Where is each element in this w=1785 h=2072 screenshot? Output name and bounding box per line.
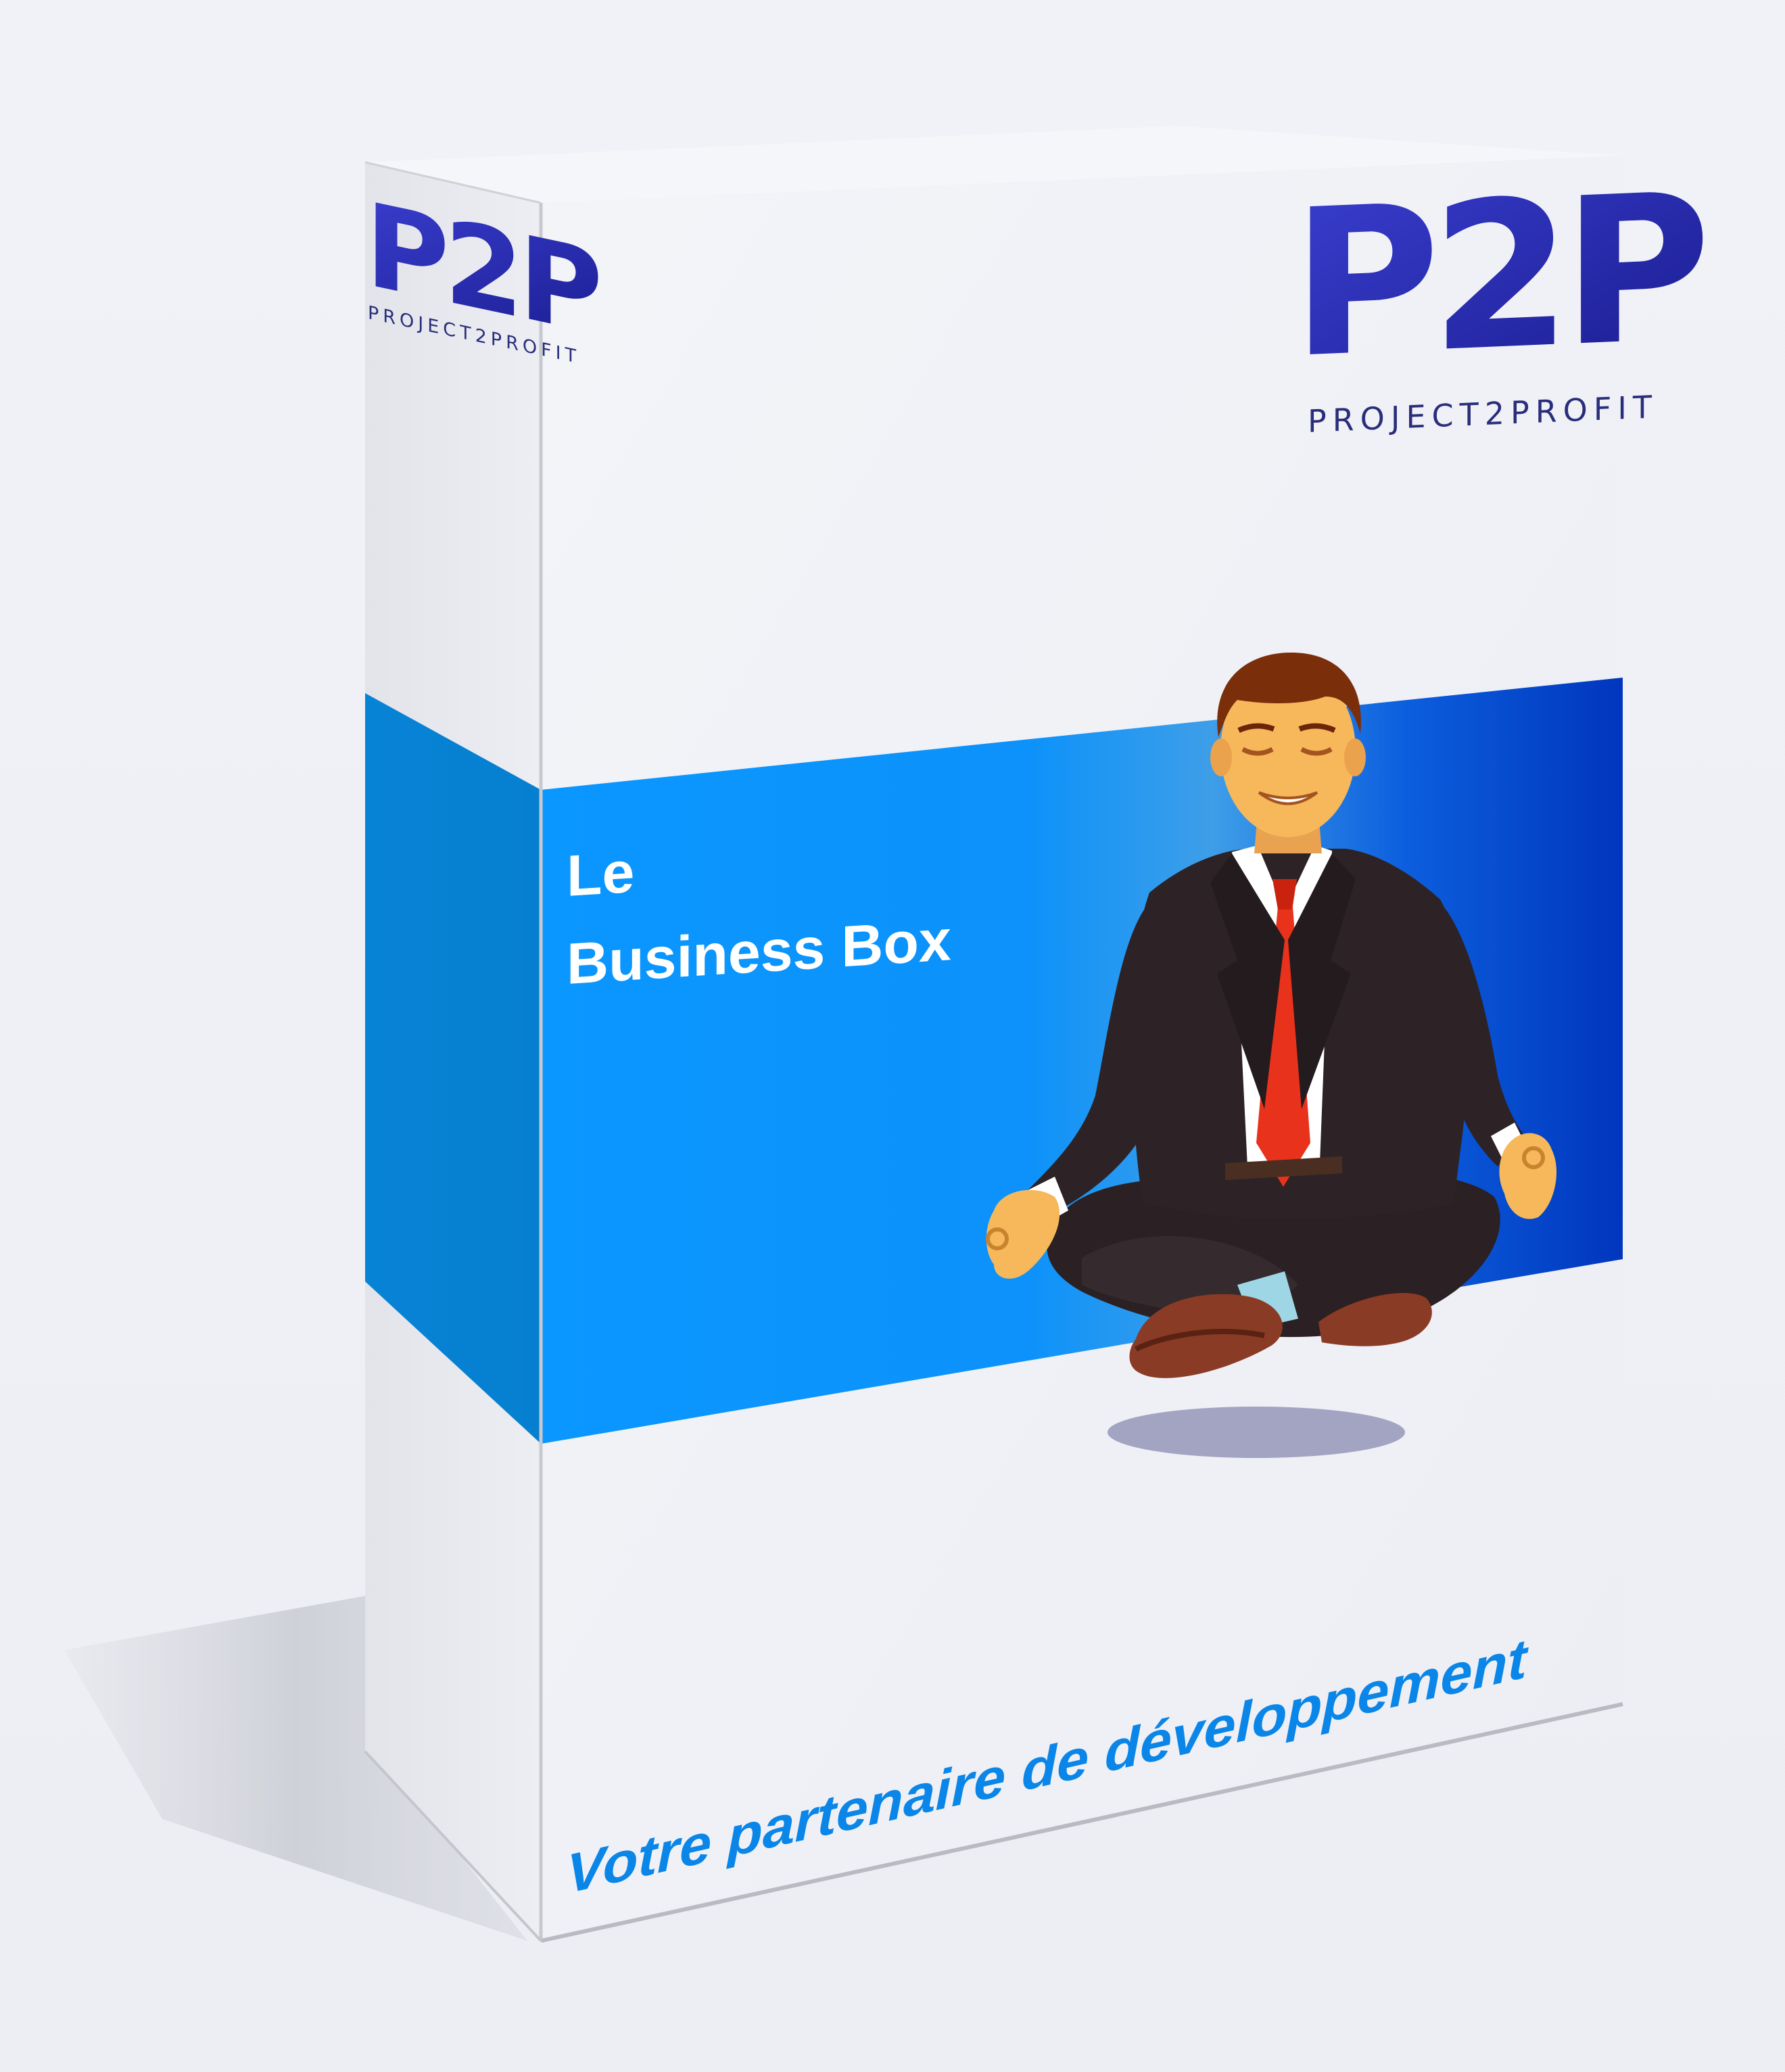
product-box-art: P2P PROJECT2PROFIT P2P PROJECT2PROFIT Le…	[64, 126, 1705, 1943]
front-logo-text: P2P	[1291, 149, 1705, 402]
product-box-scene: P2P PROJECT2PROFIT P2P PROJECT2PROFIT Le…	[0, 0, 1785, 2072]
float-shadow	[1108, 1407, 1405, 1458]
title-line-1: Le	[567, 840, 634, 909]
front-logo: P2P PROJECT2PROFIT	[1291, 149, 1705, 439]
